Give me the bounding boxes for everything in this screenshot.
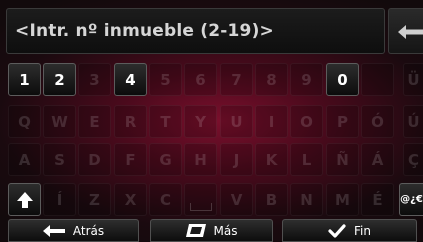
- key-k: K: [255, 143, 288, 176]
- key-c: C: [149, 183, 182, 216]
- key-n: N: [290, 183, 323, 216]
- key-g: G: [149, 143, 182, 176]
- key-5: 5: [149, 63, 182, 96]
- key-2[interactable]: 2: [43, 63, 76, 96]
- keyboard-layout-icon: [185, 224, 206, 237]
- shift-key[interactable]: [8, 183, 41, 216]
- more-button[interactable]: Más: [150, 219, 273, 242]
- key-r: R: [114, 105, 147, 138]
- key-u-acute: Ú: [403, 105, 423, 138]
- key-e-acute: É: [361, 183, 394, 216]
- key-7: 7: [220, 63, 253, 96]
- key-o-acute: Ó: [361, 105, 394, 138]
- key-a-acute: Á: [361, 143, 394, 176]
- symbols-key[interactable]: @¿€: [399, 183, 423, 216]
- key-3: 3: [78, 63, 111, 96]
- key-6: 6: [184, 63, 217, 96]
- key-u-umlaut: Ü: [403, 63, 423, 96]
- key-i-acute: Í: [43, 183, 76, 216]
- done-button[interactable]: Fin: [282, 219, 417, 242]
- key-1[interactable]: 1: [8, 63, 41, 96]
- key-4[interactable]: 4: [114, 63, 147, 96]
- key-h: H: [184, 143, 217, 176]
- key-8: 8: [255, 63, 288, 96]
- key-m: M: [326, 183, 359, 216]
- input-text: <Intr. nº inmueble (2-19)>: [15, 21, 274, 41]
- key-s: S: [43, 143, 76, 176]
- key-b: B: [255, 183, 288, 216]
- key-e: E: [78, 105, 111, 138]
- space-bar-icon: [189, 202, 212, 211]
- key-blank: [361, 63, 394, 96]
- key-t: T: [149, 105, 182, 138]
- checkmark-icon: [328, 223, 346, 238]
- left-arrow-icon: [42, 224, 65, 237]
- back-button[interactable]: Atrás: [8, 219, 139, 242]
- key-z: Z: [78, 183, 111, 216]
- key-p: P: [326, 105, 359, 138]
- shift-up-arrow-icon: [16, 191, 33, 208]
- backspace-arrow-icon: [398, 25, 423, 39]
- key-o: O: [290, 105, 323, 138]
- key-c-cedilla: Ç: [403, 143, 423, 176]
- space-key: [184, 183, 217, 216]
- key-u: U: [220, 105, 253, 138]
- key-i: I: [255, 105, 288, 138]
- house-number-input[interactable]: <Intr. nº inmueble (2-19)>: [6, 8, 385, 54]
- key-v: V: [220, 183, 253, 216]
- backspace-button[interactable]: [388, 8, 423, 54]
- key-a: A: [8, 143, 41, 176]
- key-d: D: [78, 143, 111, 176]
- key-q: Q: [8, 105, 41, 138]
- key-l: L: [290, 143, 323, 176]
- key-j: J: [220, 143, 253, 176]
- key-f: F: [114, 143, 147, 176]
- key-n-tilde: Ñ: [326, 143, 359, 176]
- key-x: X: [114, 183, 147, 216]
- key-9: 9: [290, 63, 323, 96]
- key-w: W: [43, 105, 76, 138]
- key-y: Y: [184, 105, 217, 138]
- key-0[interactable]: 0: [326, 63, 359, 96]
